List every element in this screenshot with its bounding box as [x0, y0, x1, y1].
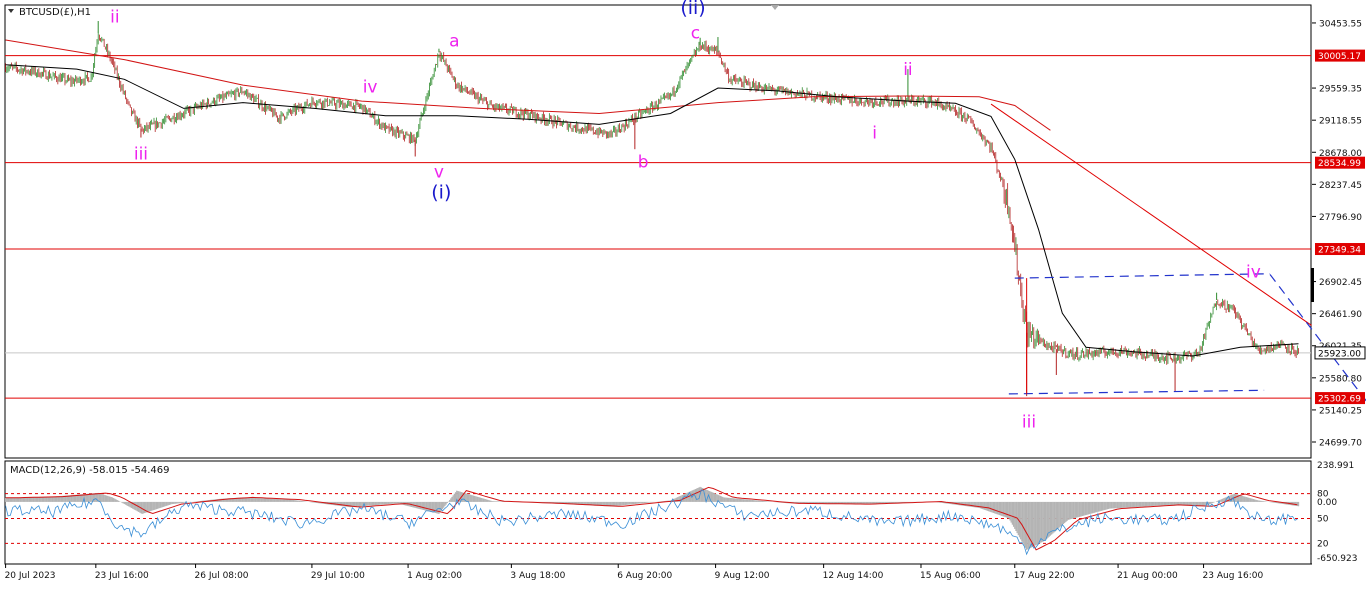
wave-label: i: [872, 123, 877, 143]
level-price-tag-label: 25302.69: [1318, 395, 1361, 405]
y-tick-label: 26902.45: [1319, 278, 1362, 288]
price-scale-handle[interactable]: [1311, 268, 1314, 302]
level-price-tag-label: 28534.99: [1318, 159, 1361, 169]
wave-label: v: [434, 163, 444, 183]
wave-label: iii: [1022, 412, 1036, 432]
symbol-title: BTCUSD(£),H1: [19, 7, 91, 18]
x-tick-label: 29 Jul 10:00: [311, 571, 365, 581]
wave-label: a: [449, 32, 459, 52]
level-price-tag-label: 27349.34: [1318, 246, 1361, 256]
y-tick-label: 24699.70: [1319, 438, 1362, 448]
y-tick-label: 26461.90: [1319, 310, 1362, 320]
x-tick-label: 20 Jul 2023: [5, 571, 56, 581]
x-tick-label: 1 Aug 02:00: [407, 571, 462, 581]
x-tick-label: 26 Jul 08:00: [195, 571, 249, 581]
y-tick-label: 28237.45: [1319, 181, 1362, 191]
y-tick-label: 25140.25: [1319, 406, 1362, 416]
x-tick-label: 23 Aug 16:00: [1203, 571, 1264, 581]
x-tick-label: 9 Aug 12:00: [715, 571, 770, 581]
current-price-tag-label: 25923.00: [1318, 349, 1361, 359]
x-tick-label: 17 Aug 22:00: [1014, 571, 1075, 581]
wave-label: (i): [431, 182, 451, 204]
x-tick-label: 15 Aug 06:00: [920, 571, 981, 581]
level-price-tag-label: 30005.17: [1318, 52, 1361, 62]
y-tick-label: 29118.55: [1319, 117, 1362, 127]
wave-label: iii: [134, 144, 148, 164]
macd-y-label: 0.00: [1317, 498, 1337, 508]
x-tick-label: 3 Aug 18:00: [510, 571, 565, 581]
macd-y-label: 238.991: [1317, 461, 1354, 471]
y-tick-label: 29559.35: [1319, 85, 1362, 95]
wave-label: c: [691, 24, 700, 44]
y-tick-label: 25580.80: [1319, 374, 1362, 384]
wave-label: iv: [1246, 262, 1261, 282]
wave-label: ii: [903, 60, 912, 80]
trading-chart[interactable]: iiiiiivav(i)(ii)cbiiiiiiivv(iii) 30453.5…: [0, 0, 1366, 588]
macd-y-label: -650.923: [1317, 554, 1357, 564]
chart-window[interactable]: iiiiiivav(i)(ii)cbiiiiiiivv(iii) 30453.5…: [0, 0, 1366, 588]
x-tick-label: 23 Jul 16:00: [95, 571, 149, 581]
y-tick-label: 30453.55: [1319, 19, 1362, 29]
x-tick-label: 6 Aug 20:00: [617, 571, 672, 581]
macd-y-label: 50: [1317, 515, 1329, 525]
wave-label: (ii): [680, 0, 705, 19]
x-tick-label: 21 Aug 00:00: [1117, 571, 1178, 581]
x-tick-label: 12 Aug 14:00: [823, 571, 884, 581]
macd-title: MACD(12,26,9) -58.015 -54.469: [10, 465, 170, 476]
wave-label: iv: [363, 77, 378, 97]
wave-label: b: [638, 152, 649, 172]
y-tick-label: 27796.90: [1319, 213, 1362, 223]
macd-y-label: 20: [1317, 539, 1329, 549]
wave-label: ii: [110, 7, 119, 27]
